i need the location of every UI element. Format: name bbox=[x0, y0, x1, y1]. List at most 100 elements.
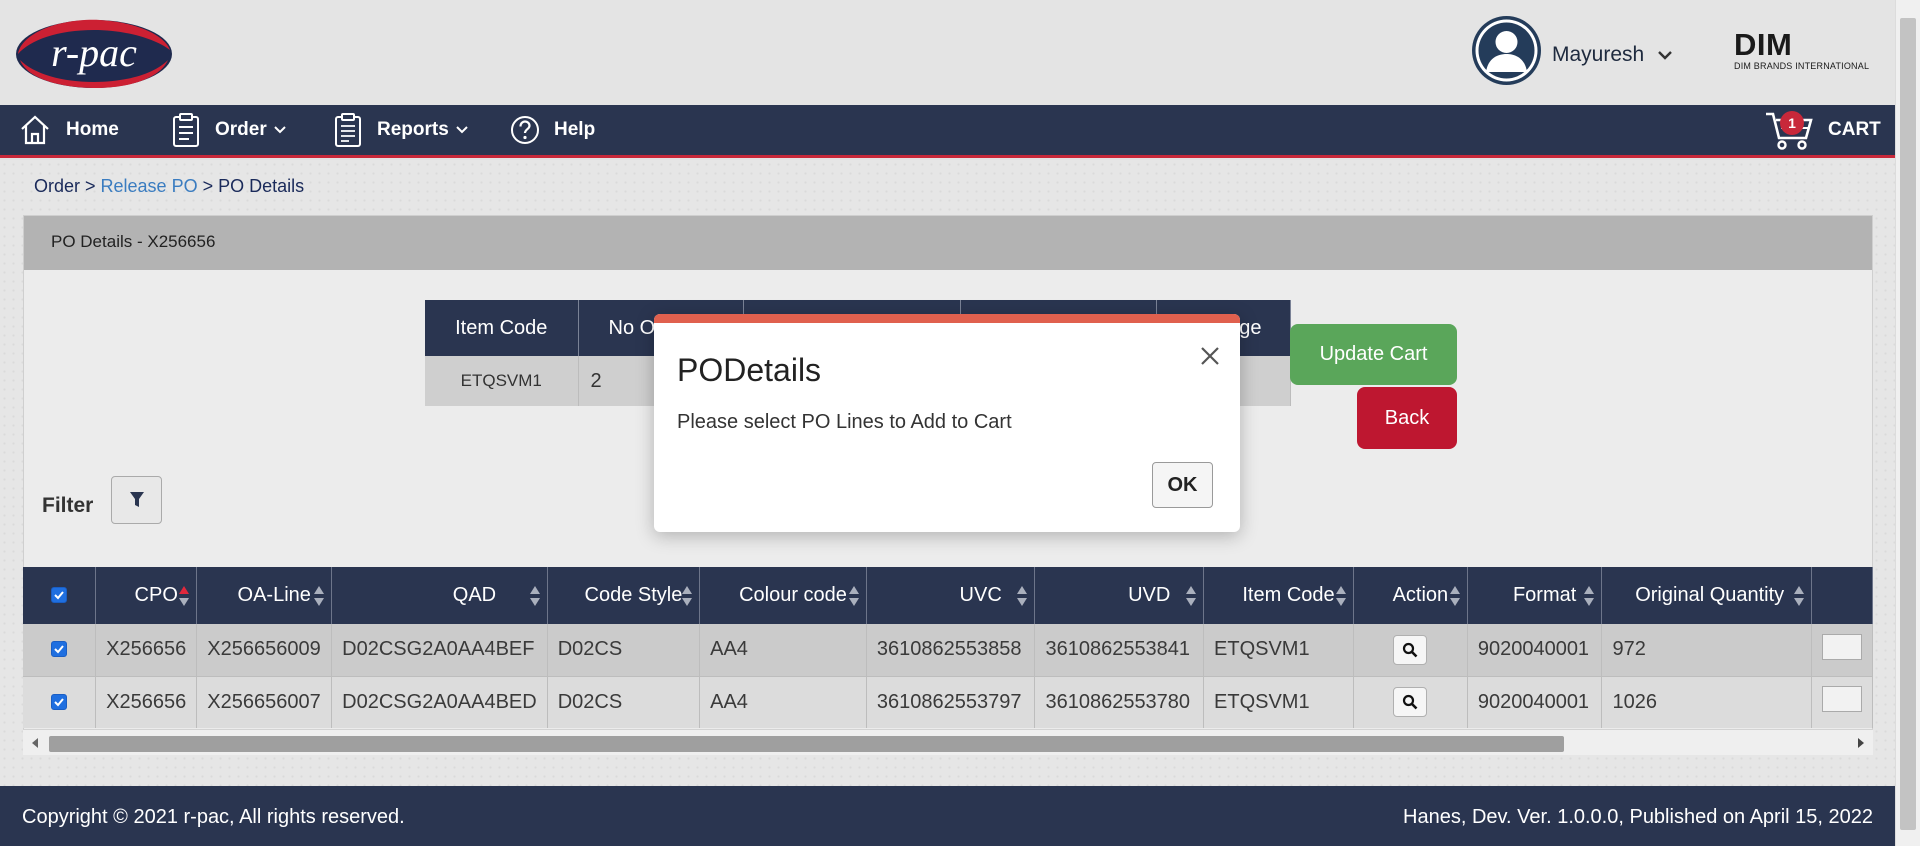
cell-original-quantity: 972 bbox=[1601, 624, 1812, 676]
cell-format: 9020040001 bbox=[1467, 624, 1603, 676]
cell-oa-line: X256656007 bbox=[196, 675, 333, 728]
dialog-accent-bar bbox=[654, 314, 1240, 323]
nav-home[interactable]: Home bbox=[18, 105, 119, 155]
filter-label: Filter bbox=[42, 494, 94, 517]
cell-uvc: 3610862553858 bbox=[866, 624, 1036, 676]
po-lines-table: CPO OA-Line QAD Code Style Colour code U… bbox=[23, 567, 1873, 728]
po-lines-grid: CPO OA-Line QAD Code Style Colour code U… bbox=[23, 567, 1873, 729]
panel-title-bar: PO Details - X256656 bbox=[24, 216, 1872, 270]
sort-icon[interactable] bbox=[178, 585, 190, 607]
column-header-colour-code[interactable]: Colour code bbox=[699, 567, 867, 624]
column-header-original-quantity[interactable]: Original Quantity bbox=[1601, 567, 1812, 624]
sort-icon[interactable] bbox=[681, 585, 693, 607]
po-details-dialog: PODetails Please select PO Lines to Add … bbox=[654, 314, 1240, 532]
sort-icon[interactable] bbox=[1016, 585, 1028, 607]
search-icon bbox=[1403, 642, 1418, 658]
user-avatar-icon[interactable] bbox=[1472, 16, 1541, 85]
table-row[interactable]: X256656 X256656009 D02CSG2A0AA4BEF D02CS… bbox=[23, 624, 1873, 676]
back-button[interactable]: Back bbox=[1357, 387, 1457, 449]
cell-item-code: ETQSVM1 bbox=[1203, 624, 1354, 676]
breadcrumb-order[interactable]: Order bbox=[34, 176, 80, 196]
filter-icon bbox=[129, 492, 144, 507]
close-icon[interactable] bbox=[1198, 344, 1222, 368]
scroll-right-icon[interactable] bbox=[1857, 738, 1865, 748]
column-header-oa-line[interactable]: OA-Line bbox=[196, 567, 333, 624]
cell-cpo: X256656 bbox=[95, 675, 198, 728]
cell-original-quantity: 1026 bbox=[1601, 675, 1812, 728]
table-row[interactable]: X256656 X256656007 D02CSG2A0AA4BED D02CS… bbox=[23, 675, 1873, 728]
ok-button[interactable]: OK bbox=[1152, 462, 1213, 508]
column-header-cpo[interactable]: CPO bbox=[95, 567, 198, 624]
summary-header-item-code: Item Code bbox=[425, 300, 579, 356]
sort-icon[interactable] bbox=[1793, 585, 1805, 607]
breadcrumb-po-details: PO Details bbox=[218, 176, 305, 196]
cell-format: 9020040001 bbox=[1467, 675, 1603, 728]
column-header-action[interactable]: Action bbox=[1353, 567, 1468, 624]
nav-order[interactable]: Order bbox=[171, 105, 301, 155]
clipboard-icon bbox=[173, 113, 199, 147]
sort-icon[interactable] bbox=[848, 585, 860, 607]
page-footer: Copyright © 2021 r-pac, All rights reser… bbox=[0, 786, 1895, 846]
row-checkbox[interactable] bbox=[23, 624, 97, 676]
chevron-down-icon bbox=[274, 126, 286, 134]
cell-uvd: 3610862553841 bbox=[1034, 624, 1205, 676]
sort-icon[interactable] bbox=[1583, 585, 1595, 607]
cell-item-code: ETQSVM1 bbox=[1203, 675, 1354, 728]
row-checkbox[interactable] bbox=[23, 675, 97, 728]
cell-action bbox=[1353, 624, 1468, 676]
nav-reports[interactable]: Reports bbox=[333, 105, 483, 155]
cell-cpo: X256656 bbox=[95, 624, 198, 676]
vertical-scrollbar[interactable] bbox=[1895, 0, 1920, 846]
view-details-button[interactable] bbox=[1393, 687, 1428, 718]
rpac-logo[interactable]: r-pac bbox=[14, 14, 174, 90]
column-header-qad[interactable]: QAD bbox=[331, 567, 548, 624]
sort-icon[interactable] bbox=[529, 585, 541, 607]
version-text: Hanes, Dev. Ver. 1.0.0.0, Published on A… bbox=[1403, 806, 1873, 828]
chevron-down-icon[interactable] bbox=[1656, 48, 1674, 62]
cell-code-style: D02CS bbox=[547, 624, 701, 676]
cell-qad: D02CSG2A0AA4BED bbox=[331, 675, 548, 728]
nav-help[interactable]: Help bbox=[510, 105, 595, 155]
cell-code-style: D02CS bbox=[547, 675, 701, 728]
breadcrumb-release-po[interactable]: Release PO bbox=[101, 176, 198, 196]
summary-cell-item-code: ETQSVM1 bbox=[425, 356, 579, 406]
app-header: r-pac Mayuresh DIM DIM BRANDS INTERNATIO… bbox=[0, 0, 1895, 105]
home-icon bbox=[21, 115, 49, 145]
cell-qad: D02CSG2A0AA4BEF bbox=[331, 624, 548, 676]
view-details-button[interactable] bbox=[1393, 634, 1428, 665]
sort-icon[interactable] bbox=[313, 585, 325, 607]
grid-header-row: CPO OA-Line QAD Code Style Colour code U… bbox=[23, 567, 1873, 624]
cell-extra[interactable] bbox=[1811, 675, 1873, 728]
select-all-checkbox[interactable] bbox=[23, 567, 97, 624]
column-header-uvd[interactable]: UVD bbox=[1034, 567, 1205, 624]
svg-text:r-pac: r-pac bbox=[51, 30, 137, 75]
chevron-down-icon bbox=[456, 126, 468, 134]
sort-icon[interactable] bbox=[1185, 585, 1197, 607]
cell-oa-line: X256656009 bbox=[196, 624, 333, 676]
copyright-text: Copyright © 2021 r-pac, All rights reser… bbox=[22, 806, 405, 828]
panel-title: PO Details - X256656 bbox=[51, 232, 216, 251]
cell-extra[interactable] bbox=[1811, 624, 1873, 676]
column-header-item-code[interactable]: Item Code bbox=[1203, 567, 1354, 624]
scroll-left-icon[interactable] bbox=[31, 738, 39, 748]
sort-icon[interactable] bbox=[1335, 585, 1347, 607]
column-header-code-style[interactable]: Code Style bbox=[547, 567, 701, 624]
scrollbar-thumb[interactable] bbox=[1900, 18, 1916, 830]
horizontal-scrollbar[interactable] bbox=[23, 729, 1873, 755]
column-header-uvc[interactable]: UVC bbox=[866, 567, 1036, 624]
sort-icon[interactable] bbox=[1449, 585, 1461, 607]
scrollbar-thumb[interactable] bbox=[49, 736, 1564, 752]
cell-colour-code: AA4 bbox=[699, 624, 867, 676]
cell-colour-code: AA4 bbox=[699, 675, 867, 728]
update-cart-button[interactable]: Update Cart bbox=[1290, 324, 1457, 385]
dim-brands-logo: DIM DIM BRANDS INTERNATIONAL bbox=[1734, 27, 1870, 71]
dialog-message: Please select PO Lines to Add to Cart bbox=[677, 411, 1012, 433]
filter-button[interactable] bbox=[111, 476, 162, 524]
main-nav: Home Order Reports Help CART bbox=[0, 105, 1895, 158]
cell-action bbox=[1353, 675, 1468, 728]
cart-count-badge: 1 bbox=[1780, 111, 1804, 135]
cell-uvc: 3610862553797 bbox=[866, 675, 1036, 728]
column-header-format[interactable]: Format bbox=[1467, 567, 1603, 624]
user-name[interactable]: Mayuresh bbox=[1552, 43, 1644, 67]
cell-uvd: 3610862553780 bbox=[1034, 675, 1205, 728]
